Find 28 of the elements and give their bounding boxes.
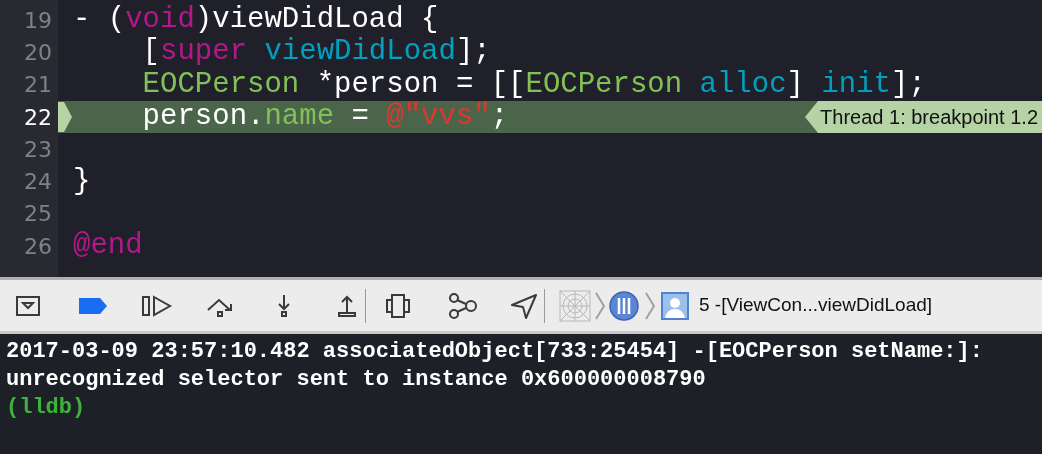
chevron-icon (595, 290, 605, 321)
code-line: EOCPerson *person = [[EOCPerson alloc] init]; (141, 68, 926, 101)
line-number: 22 (24, 103, 52, 132)
line-number: 21 (24, 71, 52, 100)
code-line: } (73, 165, 91, 198)
memory-graph-icon[interactable] (447, 291, 479, 320)
code-line: person.name = @"vvs"; (141, 101, 509, 134)
line-number: 19 (24, 6, 52, 35)
code-line: [super viewDidLoad]; (141, 36, 491, 69)
code-line: @end (73, 230, 143, 263)
line-number: 25 (24, 200, 52, 229)
badge-arrow-icon (805, 101, 819, 134)
current-line-arrow-icon (58, 100, 72, 133)
console-output: unrecognized selector sent to instance 0x600000008790 (6, 366, 707, 394)
line-number: 24 (24, 168, 52, 197)
view-hierarchy-icon[interactable] (384, 291, 412, 320)
code-line: - (void)viewDidLoad { (73, 4, 439, 37)
thread-icon[interactable] (609, 290, 639, 321)
person-icon (661, 291, 689, 320)
console-prompt: (lldb) (6, 394, 87, 422)
line-number: 20 (24, 38, 52, 67)
console-output: 2017-03-09 23:57:10.482 associatedObject[733:25454] -[EOCPerson setName:]: (6, 338, 984, 366)
line-number: 23 (24, 135, 52, 164)
breakpoint-toggle-icon[interactable] (78, 295, 108, 316)
stack-frame-label[interactable]: 5 -[ViewCon...viewDidLoad] (699, 291, 933, 320)
chevron-icon (645, 290, 655, 321)
location-arrow-icon[interactable] (510, 291, 538, 320)
line-number: 26 (24, 232, 52, 261)
